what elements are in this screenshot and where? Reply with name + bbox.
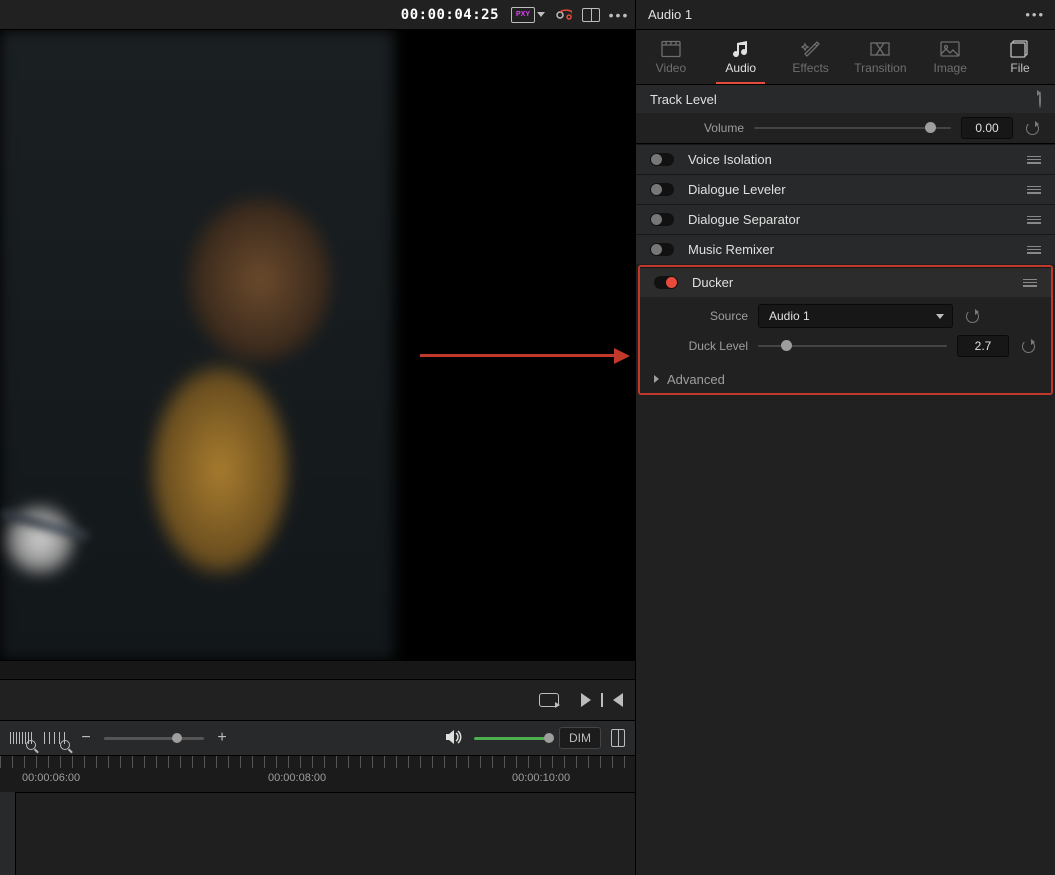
fx-label: Music Remixer: [688, 242, 1013, 257]
fx-dialogue-leveler[interactable]: Dialogue Leveler: [636, 174, 1055, 204]
inspector-tabs: Video Audio Effects Transition Image Fil…: [636, 30, 1055, 85]
video-viewer[interactable]: [0, 30, 635, 660]
source-dropdown[interactable]: Audio 1: [758, 304, 953, 328]
sliders-icon[interactable]: [1027, 214, 1041, 226]
sliders-icon[interactable]: [1027, 184, 1041, 196]
ruler-label: 00:00:06:00: [22, 772, 80, 784]
fx-voice-isolation[interactable]: Voice Isolation: [636, 144, 1055, 174]
annotation-arrow: [420, 348, 630, 364]
advanced-label: Advanced: [667, 372, 725, 387]
param-label: Duck Level: [654, 339, 748, 353]
loop-button[interactable]: [539, 693, 559, 707]
video-frame-image: [0, 30, 394, 660]
split-view-icon[interactable]: [581, 5, 601, 25]
fx-label: Dialogue Separator: [688, 212, 1013, 227]
tab-label: Effects: [792, 61, 828, 75]
reset-icon[interactable]: [1023, 122, 1041, 135]
fx-music-remixer[interactable]: Music Remixer: [636, 234, 1055, 264]
reset-icon[interactable]: [1019, 340, 1037, 353]
inspector-more-icon[interactable]: •••: [1025, 7, 1045, 22]
toggle-switch[interactable]: [650, 243, 674, 256]
fx-label: Voice Isolation: [688, 152, 1013, 167]
fx-dialogue-separator[interactable]: Dialogue Separator: [636, 204, 1055, 234]
proxy-mode-dropdown[interactable]: PXY: [511, 7, 545, 23]
fx-ducker-section: Ducker Source Audio 1 Duck Level 2.7: [638, 265, 1053, 395]
tab-label: Video: [656, 61, 686, 75]
sliders-icon[interactable]: [1027, 154, 1041, 166]
tab-transition[interactable]: Transition: [845, 30, 915, 84]
fx-ducker-header[interactable]: Ducker: [640, 267, 1051, 297]
param-label: Volume: [650, 121, 744, 135]
tab-label: Image: [934, 61, 967, 75]
viewer-toolbar: 00:00:04:25 PXY •••: [0, 0, 635, 30]
speaker-icon[interactable]: [446, 729, 464, 748]
more-options-icon[interactable]: •••: [609, 5, 629, 25]
section-track-level[interactable]: Track Level: [636, 85, 1055, 113]
toggle-switch[interactable]: [650, 183, 674, 196]
source-value: Audio 1: [769, 309, 810, 323]
custom-zoom-icon[interactable]: [44, 728, 68, 748]
duck-level-value-input[interactable]: 2.7: [957, 335, 1009, 357]
param-label: Source: [654, 309, 748, 323]
transport-controls: [0, 680, 635, 720]
jog-bar[interactable]: [0, 660, 635, 680]
chevron-right-icon: [654, 375, 659, 383]
reset-icon[interactable]: [963, 310, 981, 323]
zoom-slider[interactable]: [104, 737, 204, 740]
fx-label: Dialogue Leveler: [688, 182, 1013, 197]
param-volume: Volume 0.00: [636, 113, 1055, 143]
track-header[interactable]: [0, 792, 16, 875]
toggle-switch[interactable]: [650, 153, 674, 166]
keyframe-reset-icon[interactable]: [1039, 92, 1041, 107]
chevron-down-icon: [537, 12, 545, 17]
monitor-volume-slider[interactable]: [474, 737, 549, 740]
fit-zoom-icon[interactable]: [10, 728, 34, 748]
volume-slider[interactable]: [754, 127, 951, 129]
timeline-ruler[interactable]: 00:00:06:00 00:00:08:00 00:00:10:00: [0, 756, 635, 792]
duck-level-slider[interactable]: [758, 345, 947, 347]
sliders-icon[interactable]: [1023, 277, 1037, 289]
ruler-label: 00:00:10:00: [512, 772, 570, 784]
tab-label: Audio: [725, 61, 756, 75]
section-title: Track Level: [650, 92, 717, 107]
param-source: Source Audio 1: [640, 301, 1051, 331]
dim-button[interactable]: DIM: [559, 727, 601, 749]
tab-label: File: [1010, 61, 1029, 75]
chevron-down-icon: [936, 314, 944, 319]
ruler-label: 00:00:08:00: [268, 772, 326, 784]
tab-image[interactable]: Image: [915, 30, 985, 84]
timeline-tracks[interactable]: [0, 792, 635, 875]
next-clip-button[interactable]: [581, 693, 591, 707]
toggle-switch[interactable]: [654, 276, 678, 289]
tab-video[interactable]: Video: [636, 30, 706, 84]
toggle-switch[interactable]: [650, 213, 674, 226]
zoom-in-button[interactable]: +: [214, 730, 230, 746]
volume-value-input[interactable]: 0.00: [961, 117, 1013, 139]
fx-label: Ducker: [692, 275, 1009, 290]
inspector-title: Audio 1: [648, 7, 692, 22]
tab-audio[interactable]: Audio: [706, 30, 776, 84]
tab-file[interactable]: File: [985, 30, 1055, 84]
zoom-out-button[interactable]: −: [78, 730, 94, 746]
bypass-fusion-icon[interactable]: [553, 5, 573, 25]
prev-clip-button[interactable]: [613, 693, 623, 707]
ducker-advanced-toggle[interactable]: Advanced: [640, 365, 1051, 393]
tab-label: Transition: [854, 61, 906, 75]
timecode-display: 00:00:04:25: [401, 7, 499, 23]
inspector-header: Audio 1 •••: [636, 0, 1055, 30]
param-duck-level: Duck Level 2.7: [640, 331, 1051, 361]
proxy-badge-icon: PXY: [511, 7, 535, 23]
zoom-volume-bar: − + DIM: [0, 720, 635, 756]
sliders-icon[interactable]: [1027, 244, 1041, 256]
meters-icon[interactable]: [611, 729, 625, 747]
tab-effects[interactable]: Effects: [776, 30, 846, 84]
track-body[interactable]: [16, 792, 635, 875]
